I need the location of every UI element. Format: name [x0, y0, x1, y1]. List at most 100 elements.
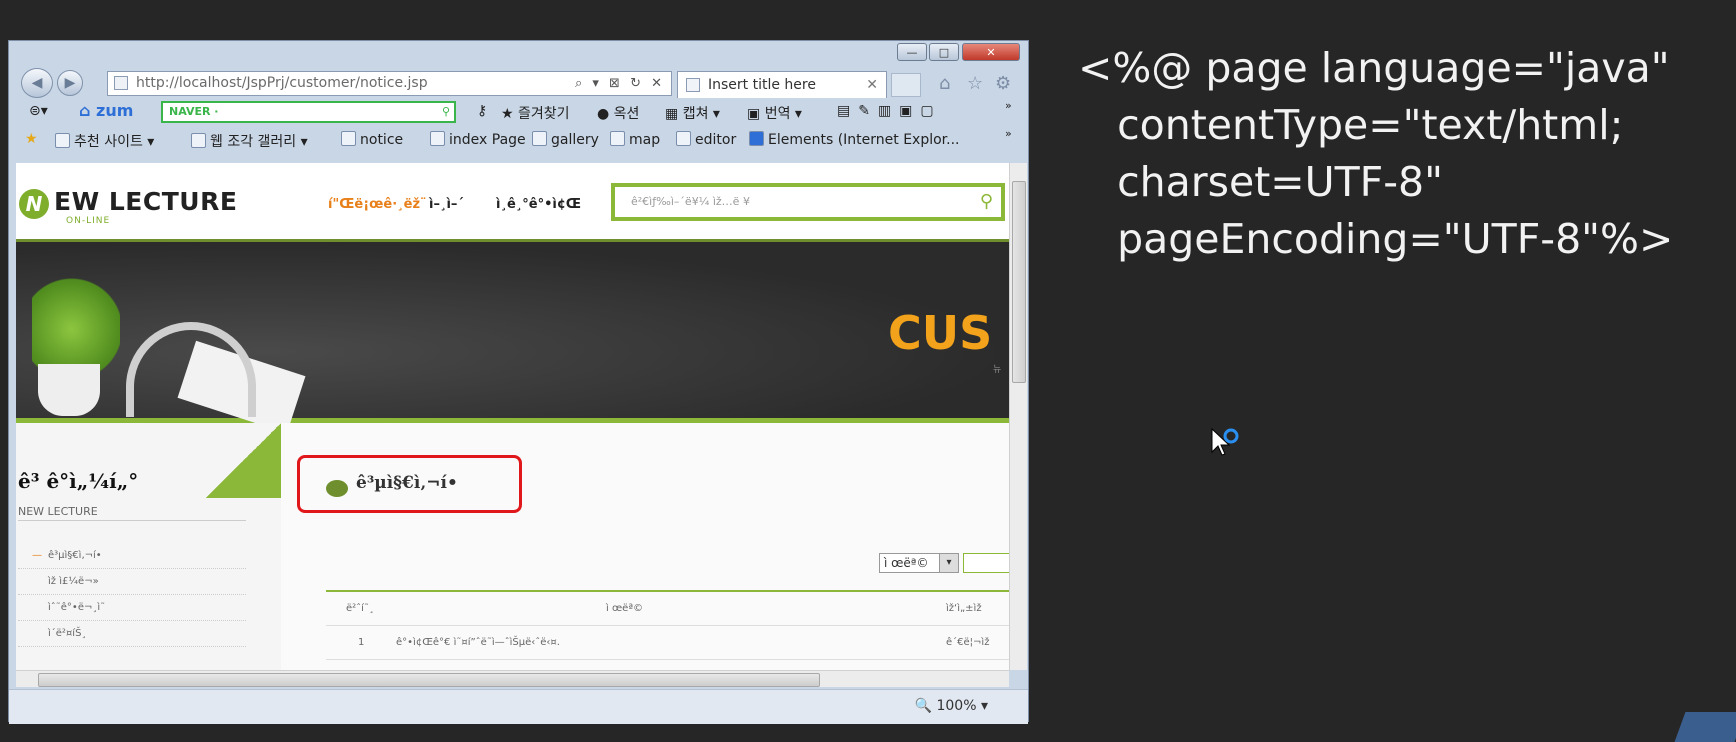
- favorites-button[interactable]: ★ 즐겨찾기: [501, 103, 570, 123]
- horizontal-scrollbar[interactable]: [16, 670, 1009, 687]
- address-tools-icon[interactable]: ⌕ ▾ ⊠ ↻ ✕: [575, 72, 665, 95]
- zoom-control[interactable]: 🔍 100% ▾: [915, 698, 988, 714]
- page-icon: [341, 131, 356, 146]
- sidebar-item-event[interactable]: ì´ë²¤íŠ¸: [18, 621, 246, 647]
- fav-label: index Page: [449, 132, 526, 148]
- favorites-bar: ★ 추천 사이트 ▾ 웹 조각 갤러리 ▾ notice index Page …: [9, 127, 1028, 155]
- new-tab-button[interactable]: [891, 73, 921, 97]
- maximize-button[interactable]: □: [929, 43, 959, 61]
- fav-item-map[interactable]: map: [610, 131, 660, 148]
- fav-label: editor: [695, 132, 737, 148]
- fav-item-notice[interactable]: notice: [341, 131, 403, 148]
- sidebar: ê³ ê°ì„¼í„° NEW LECTURE — ê³µì§€ì‚¬í•­ ìž…: [16, 423, 281, 670]
- logo-text[interactable]: EW LECTURE: [54, 187, 237, 216]
- toolbar-overflow-icon[interactable]: »: [1005, 99, 1012, 112]
- headphones-illustration: [126, 322, 256, 417]
- taskbar-corner: [1674, 712, 1736, 742]
- status-bar: 🔍 100% ▾: [9, 689, 1028, 724]
- tab-active[interactable]: Insert title here ✕: [677, 71, 887, 98]
- chevron-down-icon[interactable]: ▾: [939, 554, 958, 572]
- sidebar-item-label: ê³µì§€ì‚¬í•­: [48, 550, 102, 561]
- fav-item-gallery[interactable]: gallery: [532, 131, 599, 148]
- fav-item-recommended[interactable]: 추천 사이트 ▾: [55, 131, 154, 151]
- flowerpot-illustration: [38, 364, 100, 416]
- forward-button[interactable]: ▶: [57, 70, 83, 96]
- vertical-scrollbar[interactable]: [1009, 163, 1027, 670]
- page-icon: [532, 131, 547, 146]
- ie-menu-icon[interactable]: ⊜▾: [29, 103, 48, 119]
- fav-label: Elements (Internet Explor...: [768, 132, 960, 148]
- back-arrow-icon: ◀: [31, 75, 43, 91]
- sidebar-item-faq[interactable]: ìž ì£¼ë¬»: [18, 569, 246, 595]
- banner-title: CUS: [888, 306, 993, 360]
- translate-button[interactable]: ▣ 번역 ▾: [747, 103, 802, 123]
- fav-item-editor[interactable]: editor: [676, 131, 736, 148]
- favorites-label: 즐겨찾기: [518, 106, 570, 122]
- zoom-level: 100%: [936, 698, 977, 714]
- current-marker-icon: —: [32, 550, 42, 561]
- search-field-select[interactable]: ì œëª© ▾: [879, 553, 959, 573]
- sidebar-decoration: [206, 423, 281, 498]
- close-window-button[interactable]: ✕: [962, 43, 1020, 61]
- back-button[interactable]: ◀: [21, 68, 53, 98]
- minimize-button[interactable]: —: [897, 43, 927, 61]
- code-snippet: <%@ page language="java" contentType="te…: [1078, 40, 1673, 268]
- logo-mark[interactable]: N: [19, 189, 49, 219]
- home-icon[interactable]: ⌂: [939, 73, 950, 94]
- horizontal-scroll-thumb[interactable]: [38, 673, 820, 687]
- capture-button[interactable]: ▦ 캡쳐 ▾: [665, 103, 720, 123]
- fav-label: gallery: [551, 132, 599, 148]
- favbar-overflow-icon[interactable]: »: [1005, 127, 1012, 140]
- fav-item-index-page[interactable]: index Page: [430, 131, 526, 148]
- key-icon[interactable]: ⚷: [477, 103, 487, 119]
- tools-gear-icon[interactable]: ⚙: [995, 73, 1011, 94]
- title-bullet-icon: [326, 480, 348, 497]
- main-content: ê³µì§€ì‚¬í•­ ì œëª© ▾ ë²ˆí˜¸ ì œëª© ìž‘ì…: [281, 423, 1009, 670]
- sidebar-item-notice[interactable]: — ê³µì§€ì‚¬í•­: [18, 543, 246, 569]
- naver-search-icon[interactable]: ⚲: [442, 103, 450, 121]
- search-icon[interactable]: ⚲: [980, 187, 993, 217]
- fav-item-elements[interactable]: Elements (Internet Explor...: [749, 131, 960, 148]
- banner-subtitle: 뉴: [993, 365, 1002, 375]
- toolbar-extra-icons[interactable]: ▤✎▥▣▢: [837, 103, 942, 119]
- page-icon: [55, 133, 70, 148]
- search-query-input[interactable]: [963, 553, 1009, 573]
- page-favicon-icon: [114, 76, 128, 90]
- gnb-item-popular[interactable]: ì¸ê¸°ê°•ì¢Œ: [496, 197, 581, 212]
- tab-close-icon[interactable]: ✕: [866, 72, 878, 98]
- fav-item-web-slice[interactable]: 웹 조각 갤러리 ▾: [191, 131, 308, 151]
- naver-search-box[interactable]: NAVER · ⚲: [161, 101, 456, 123]
- navigation-bar: ◀ ▶ http://localhost/JspPrj/customer/not…: [9, 67, 1028, 99]
- table-row[interactable]: 1 ê°•ì¢Œê°€ ì˜¤í”ˆë˜ì—ˆìŠµë‹ˆë‹¤. ê´€ë¦¬…: [326, 626, 1009, 660]
- page-icon: [676, 131, 691, 146]
- vertical-scroll-thumb[interactable]: [1012, 181, 1026, 383]
- site-header: N EW LECTURE ON-LINE í"Œë¡œê·¸ëž¨ ì–¸ì–´…: [16, 163, 1009, 239]
- gnb-item-program[interactable]: í"Œë¡œê·¸ëž¨: [328, 197, 427, 212]
- sidebar-item-inquiry[interactable]: ìˆ˜ê°•ë¬¸ì˜: [18, 595, 246, 621]
- code-line: pageEncoding="UTF-8"%>: [1078, 215, 1674, 263]
- sidebar-item-label: ìˆ˜ê°•ë¬¸ì˜: [48, 602, 106, 613]
- auction-label: 옥션: [613, 106, 640, 122]
- zum-logo[interactable]: ⌂ zum: [79, 101, 133, 120]
- favorites-star-icon[interactable]: ☆: [967, 73, 983, 94]
- gnb-item-language[interactable]: ì–¸ì–´: [429, 197, 464, 212]
- browser-window: — □ ✕ ◀ ▶ http://localhost/JspPrj/custom…: [8, 40, 1029, 724]
- address-url: http://localhost/JspPrj/customer/notice.…: [136, 75, 428, 91]
- code-line: charset=UTF-8": [1078, 158, 1443, 206]
- site-search-placeholder: ê²€ìƒ‰ì–´ë¥¼ ìž…ë ¥: [631, 195, 750, 208]
- table-header-row: ë²ˆí˜¸ ì œëª© ìž‘ì„±ìž: [326, 592, 1009, 626]
- select-value: ì œëª©: [884, 556, 929, 570]
- sidebar-title: ê³ ê°ì„¼í„°: [18, 469, 139, 493]
- favorites-star-icon[interactable]: ★: [25, 131, 38, 147]
- auction-button[interactable]: ● 옥션: [597, 103, 639, 123]
- address-bar[interactable]: http://localhost/JspPrj/customer/notice.…: [107, 71, 672, 96]
- site-search-input[interactable]: ê²€ìƒ‰ì–´ë¥¼ ìž…ë ¥ ⚲: [611, 183, 1005, 221]
- page-icon: [430, 131, 445, 146]
- visual-banner: CUS 뉴: [16, 239, 1009, 434]
- mouse-cursor-busy-icon: [1211, 428, 1239, 456]
- command-bar: ⊜▾ ⌂ zum NAVER · ⚲ ⚷ ★ 즐겨찾기 ● 옥션 ▦ 캡쳐 ▾ …: [9, 99, 1028, 127]
- logo-subtext: ON-LINE: [66, 216, 111, 226]
- code-line: contentType="text/html;: [1078, 101, 1624, 149]
- cell-title-link[interactable]: ê°•ì¢Œê°€ ì˜¤í”ˆë˜ì—ˆìŠµë‹ˆë‹¤.: [396, 626, 560, 659]
- plant-illustration: [32, 277, 120, 372]
